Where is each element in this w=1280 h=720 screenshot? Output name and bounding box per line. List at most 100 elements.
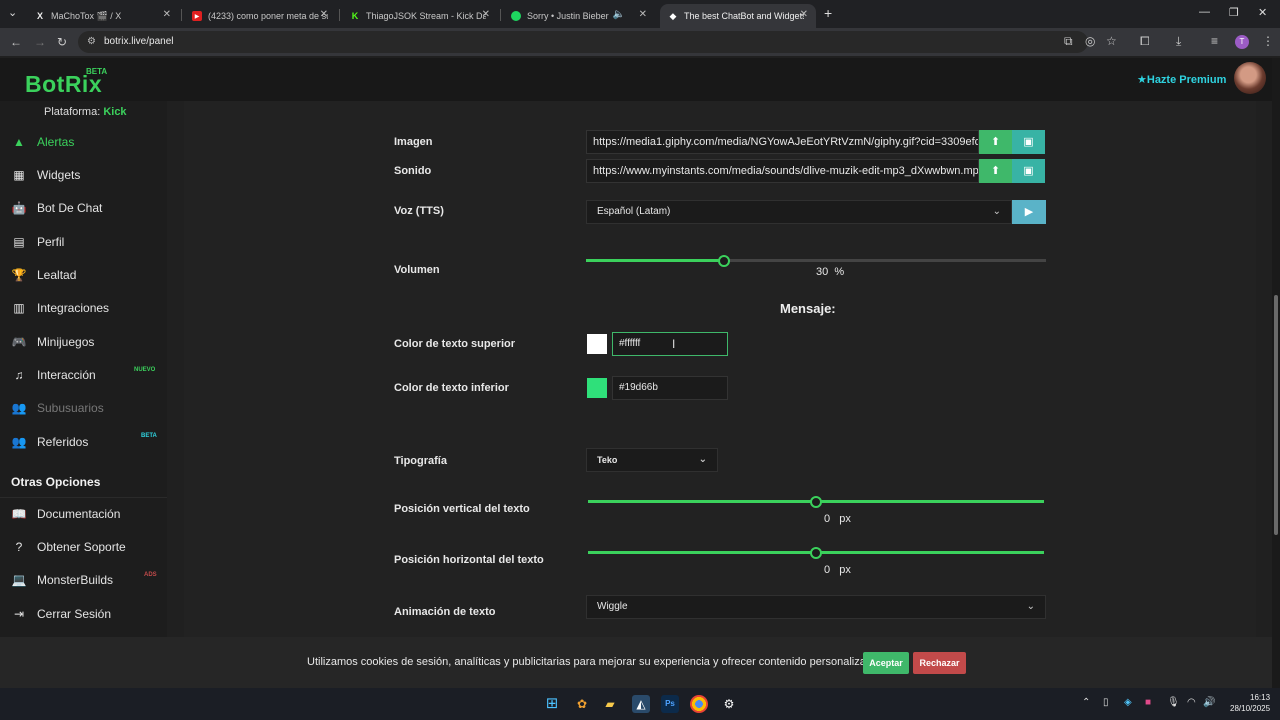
gamepad-icon: 🎮 [11, 335, 27, 349]
eye-off-icon[interactable]: ◎ [1085, 34, 1095, 48]
browser-tab-kick[interactable]: K ThiagoJSOK Stream - Kick Dash ✕ [342, 4, 498, 28]
app-tray-icon[interactable]: ■ [1145, 697, 1151, 708]
other-options-title: Otras Opciones [11, 475, 101, 489]
tab-title: MaChoTox 🎬 / X [51, 10, 122, 21]
gallery-image-button[interactable]: ▣ [1012, 130, 1045, 154]
posicion-horizontal-knob[interactable] [810, 547, 822, 559]
app-icon[interactable]: ⚙ [720, 695, 738, 713]
color-inferior-input[interactable]: #19d66b [612, 376, 728, 400]
sonido-label: Sonido [394, 165, 432, 177]
browser-tab-youtube[interactable]: ▶ (4233) como poner meta de sub ✕ [184, 4, 336, 28]
spotify-icon [511, 11, 521, 21]
kick-icon: K [351, 11, 359, 21]
sidebar-item-lealtad[interactable]: 🏆 Lealtad [10, 264, 165, 286]
sidebar-item-subusuarios[interactable]: 👥 Subusuarios [10, 397, 165, 419]
close-icon[interactable]: ✕ [482, 9, 490, 20]
site-info-icon[interactable]: ⚙ [87, 31, 96, 53]
browser-tab-x[interactable]: X MaChoTox 🎬 / X ✕ [27, 4, 179, 28]
upload-sound-button[interactable]: ⬆ [979, 159, 1012, 183]
chevron-up-icon[interactable]: ⌃ [1082, 697, 1090, 708]
system-clock[interactable]: 16:13 28/10/2025 [1230, 692, 1270, 714]
accept-cookies-button[interactable]: Aceptar [863, 652, 909, 674]
minimize-icon[interactable]: — [1199, 6, 1210, 18]
sidebar-item-widgets[interactable]: ▦ Widgets [10, 164, 165, 186]
sidebar-item-label: Subusuarios [37, 401, 104, 415]
server-icon: ▥ [13, 301, 25, 315]
volume-icon[interactable]: 🔊 [1203, 697, 1215, 708]
sidebar-item-monsterbuilds[interactable]: 💻 MonsterBuilds [10, 569, 165, 591]
download-icon[interactable]: ⤓ [1176, 34, 1181, 49]
sidebar-item-label: MonsterBuilds [37, 573, 114, 587]
gallery-sound-button[interactable]: ▣ [1012, 159, 1045, 183]
close-icon[interactable]: ✕ [800, 9, 808, 20]
reject-cookies-button[interactable]: Rechazar [913, 652, 966, 674]
url-field[interactable]: ⚙ botrix.live/panel [78, 31, 1088, 53]
reading-list-icon[interactable]: ≡ [1211, 34, 1218, 48]
platform-label: Plataforma: [44, 106, 101, 118]
close-icon[interactable]: ✕ [639, 9, 647, 20]
back-icon[interactable]: ← [10, 35, 22, 49]
sidebar-item-bot-de-chat[interactable]: 🤖 Bot De Chat [10, 197, 165, 219]
color-superior-input[interactable]: #ffffff [612, 332, 728, 356]
reload-icon[interactable]: ↻ [57, 35, 67, 49]
upload-icon: ⬆ [990, 136, 1001, 148]
photoshop-icon[interactable]: Ps [661, 695, 679, 713]
platform-value: Kick [103, 106, 127, 118]
animacion-selected: Wiggle [597, 601, 628, 612]
sidebar-item-integraciones[interactable]: ▥ Integraciones [10, 297, 165, 319]
upload-image-button[interactable]: ⬆ [979, 130, 1012, 154]
close-icon[interactable]: ✕ [320, 9, 328, 20]
new-tab-icon[interactable]: + [824, 5, 832, 21]
premium-link[interactable]: ★Hazte Premium [1137, 73, 1226, 86]
scrollbar-thumb[interactable] [1274, 295, 1278, 535]
voz-select[interactable]: Español (Latam) ⌄ [586, 200, 1012, 224]
gallery-icon: ▣ [1023, 165, 1034, 177]
file-explorer-icon[interactable]: ▰ [601, 695, 619, 713]
chevron-down-icon: ⌄ [1026, 601, 1035, 612]
usb-icon[interactable]: ▯ [1103, 697, 1109, 708]
premium-label: Hazte Premium [1146, 74, 1227, 86]
animacion-select[interactable]: Wiggle ⌄ [586, 595, 1046, 619]
windows-start-icon[interactable]: ⊞ [543, 695, 561, 713]
chrome-icon[interactable] [690, 695, 708, 713]
sonido-url-input[interactable]: https://www.myinstants.com/media/sounds/… [586, 159, 979, 183]
tab-search-icon[interactable]: ⌄ [8, 6, 17, 19]
sidebar-item-soporte[interactable]: ? Obtener Soporte [10, 536, 165, 558]
volumen-label: Volumen [394, 264, 440, 276]
imagen-url-input[interactable]: https://media1.giphy.com/media/NGYowAJeE… [586, 130, 979, 154]
user-avatar[interactable] [1234, 62, 1266, 94]
gallery-icon: ▣ [1023, 136, 1034, 148]
voz-selected: Español (Latam) [597, 206, 671, 217]
maximize-icon[interactable]: ❐ [1229, 6, 1239, 19]
ads-badge: ADS [144, 572, 157, 578]
translate-icon[interactable]: ⧉ [1064, 34, 1073, 49]
shield-icon[interactable]: ◈ [1124, 697, 1132, 708]
menu-icon[interactable]: ⋮ [1262, 34, 1274, 48]
close-window-icon[interactable]: ✕ [1258, 6, 1267, 19]
close-icon[interactable]: ✕ [163, 9, 171, 20]
forward-icon[interactable]: → [34, 35, 46, 49]
volumen-slider-knob[interactable] [718, 255, 730, 267]
browser-tab-spotify[interactable]: Sorry • Justin Bieber 🔈 ✕ [503, 4, 655, 28]
sidebar-item-minijuegos[interactable]: 🎮 Minijuegos [10, 331, 165, 353]
microphone-icon[interactable]: 🎙 [1167, 697, 1180, 708]
speaker-icon[interactable]: 🔈 [613, 9, 625, 20]
app-icon[interactable]: ✿ [573, 695, 591, 713]
play-tts-button[interactable]: ▶ [1012, 200, 1046, 224]
color-superior-swatch[interactable] [587, 334, 607, 354]
profile-avatar[interactable]: T [1235, 35, 1249, 49]
extensions-icon[interactable]: ⧠ [1140, 34, 1150, 49]
posicion-vertical-knob[interactable] [810, 496, 822, 508]
color-inferior-swatch[interactable] [587, 378, 607, 398]
bookmark-star-icon[interactable]: ☆ [1106, 34, 1117, 48]
sidebar-item-alertas[interactable]: ▲ Alertas [10, 131, 165, 153]
sidebar-divider [0, 497, 167, 498]
sidebar-item-cerrar-sesion[interactable]: ⇥ Cerrar Sesión [10, 603, 165, 625]
sidebar-item-documentacion[interactable]: 📖 Documentación [10, 503, 165, 525]
tipografia-select[interactable]: Teko ⌄ [586, 448, 718, 472]
browser-tab-botrix[interactable]: ◆ The best ChatBot and Widgets ✕ [660, 4, 816, 28]
wifi-icon[interactable]: ◠ [1187, 697, 1196, 708]
logout-icon: ⇥ [13, 607, 25, 621]
app-icon[interactable]: ◭ [632, 695, 650, 713]
sidebar-item-perfil[interactable]: ▤ Perfil [10, 231, 165, 253]
